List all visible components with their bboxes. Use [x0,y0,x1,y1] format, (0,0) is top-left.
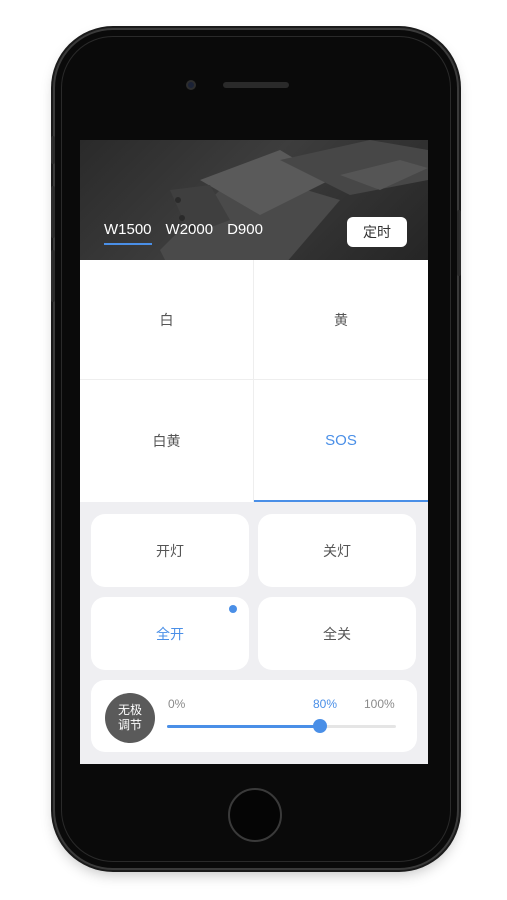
tab-d900[interactable]: D900 [227,220,263,240]
mode-yellow[interactable]: 黄 [254,260,428,380]
tab-w1500[interactable]: W1500 [104,220,152,245]
active-indicator-dot [229,605,237,613]
all-on-label: 全开 [156,626,184,643]
power-button [457,210,461,276]
mode-white-yellow[interactable]: 白黄 [80,380,254,502]
app-screen: W1500 W2000 D900 定时 白 黄 白黄 SOS 开灯 关灯 全开 … [80,140,428,764]
light-mode-grid: 白 黄 白黄 SOS [80,260,428,502]
timer-button[interactable]: 定时 [347,217,407,247]
header-banner: W1500 W2000 D900 定时 [80,140,428,260]
tab-w2000[interactable]: W2000 [166,220,214,240]
dimmer-slider-thumb[interactable] [313,719,328,733]
mode-white[interactable]: 白 [80,260,254,380]
mode-sos[interactable]: SOS [254,380,428,502]
dimmer-slider-track[interactable] [167,719,396,733]
model-tabs: W1500 W2000 D900 [104,220,263,245]
dimmer-slider-fill [167,725,321,728]
dimmer-max-label: 100% [364,697,395,711]
dimmer-min-label: 0% [168,697,186,711]
phone-frame: W1500 W2000 D900 定时 白 黄 白黄 SOS 开灯 关灯 全开 … [51,30,461,868]
home-button[interactable] [228,788,282,842]
volume-up-button [51,186,55,238]
all-off-button[interactable]: 全关 [258,597,416,670]
dimmer-badge-line1: 无极 [117,703,142,717]
dimmer-card: 无极 调节 0% 80% 100% [91,680,417,752]
all-on-button[interactable]: 全开 [91,597,249,670]
front-camera [186,80,196,90]
light-off-button[interactable]: 关灯 [258,514,416,587]
volume-down-button [51,250,55,302]
dimmer-badge: 无极 调节 [105,693,155,743]
light-on-button[interactable]: 开灯 [91,514,249,587]
earpiece-speaker [223,82,289,88]
dimmer-badge-line2: 调节 [117,718,142,732]
dimmer-current-label: 80% [313,697,338,711]
mute-switch [51,136,55,164]
